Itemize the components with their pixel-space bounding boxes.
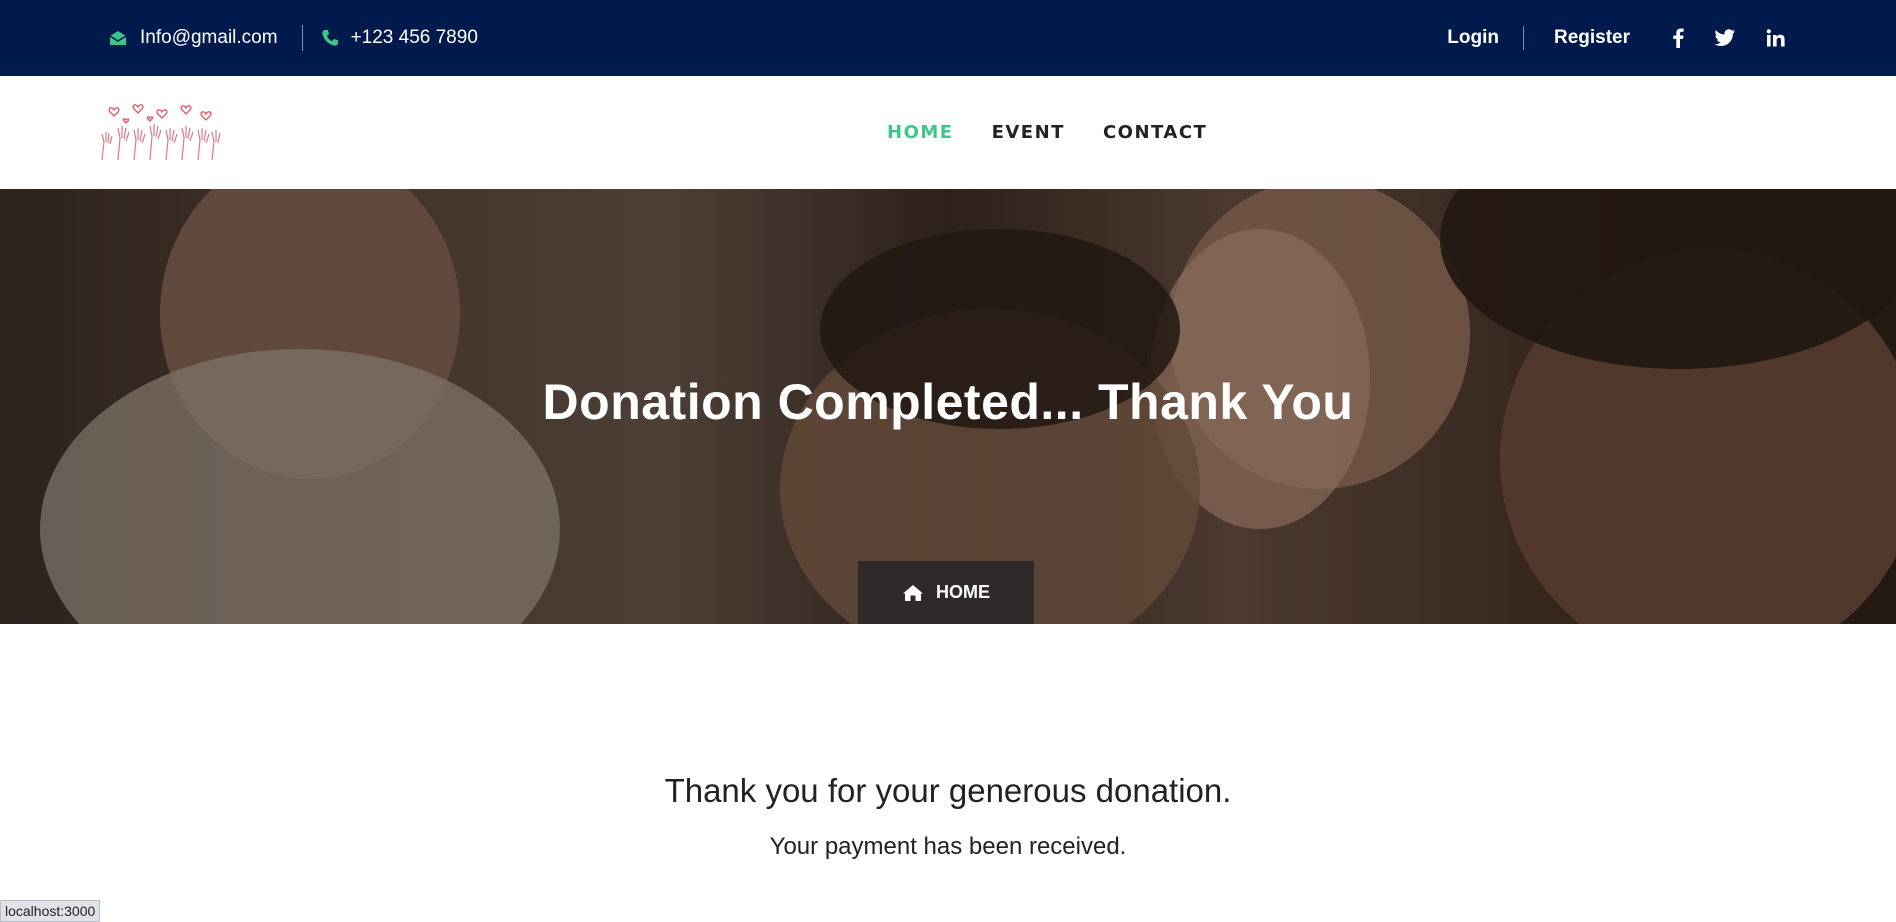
phone-contact[interactable]: +123 456 7890 — [321, 27, 478, 49]
payment-received-text: Your payment has been received. — [769, 833, 1127, 860]
divider — [1522, 26, 1524, 50]
breadcrumb-home[interactable]: HOME — [858, 561, 1034, 624]
social-links — [1672, 28, 1786, 48]
register-link[interactable]: Register — [1554, 27, 1630, 49]
linkedin-icon[interactable] — [1766, 29, 1786, 47]
email-contact[interactable]: Info@gmail.com — [108, 27, 278, 49]
hero-banner: Donation Completed... Thank You HOME — [0, 189, 1896, 624]
nav-contact[interactable]: CONTACT — [1103, 122, 1207, 143]
email-text: Info@gmail.com — [140, 27, 278, 48]
facebook-icon[interactable] — [1672, 28, 1684, 48]
nav-home[interactable]: HOME — [887, 122, 954, 143]
thank-you-heading: Thank you for your generous donation. — [664, 772, 1232, 809]
main-menu: HOME EVENT CONTACT — [887, 76, 1245, 189]
site-logo[interactable] — [94, 102, 222, 162]
status-url: localhost:3000 — [0, 900, 101, 922]
account-links: Login Register — [1447, 0, 1786, 76]
nav-event[interactable]: EVENT — [992, 122, 1065, 143]
top-bar: Info@gmail.com +123 456 7890 Login Regis… — [0, 0, 1896, 76]
divider — [301, 25, 303, 51]
envelope-icon — [108, 29, 128, 47]
breadcrumb-label: HOME — [936, 582, 990, 602]
contact-info: Info@gmail.com +123 456 7890 — [108, 0, 478, 76]
phone-text: +123 456 7890 — [350, 27, 478, 48]
twitter-icon[interactable] — [1714, 29, 1736, 47]
home-icon — [902, 584, 924, 602]
hero-title: Donation Completed... Thank You — [542, 374, 1354, 430]
login-link[interactable]: Login — [1447, 27, 1499, 49]
main-navbar: HOME EVENT CONTACT — [0, 76, 1896, 189]
phone-icon — [321, 29, 339, 47]
